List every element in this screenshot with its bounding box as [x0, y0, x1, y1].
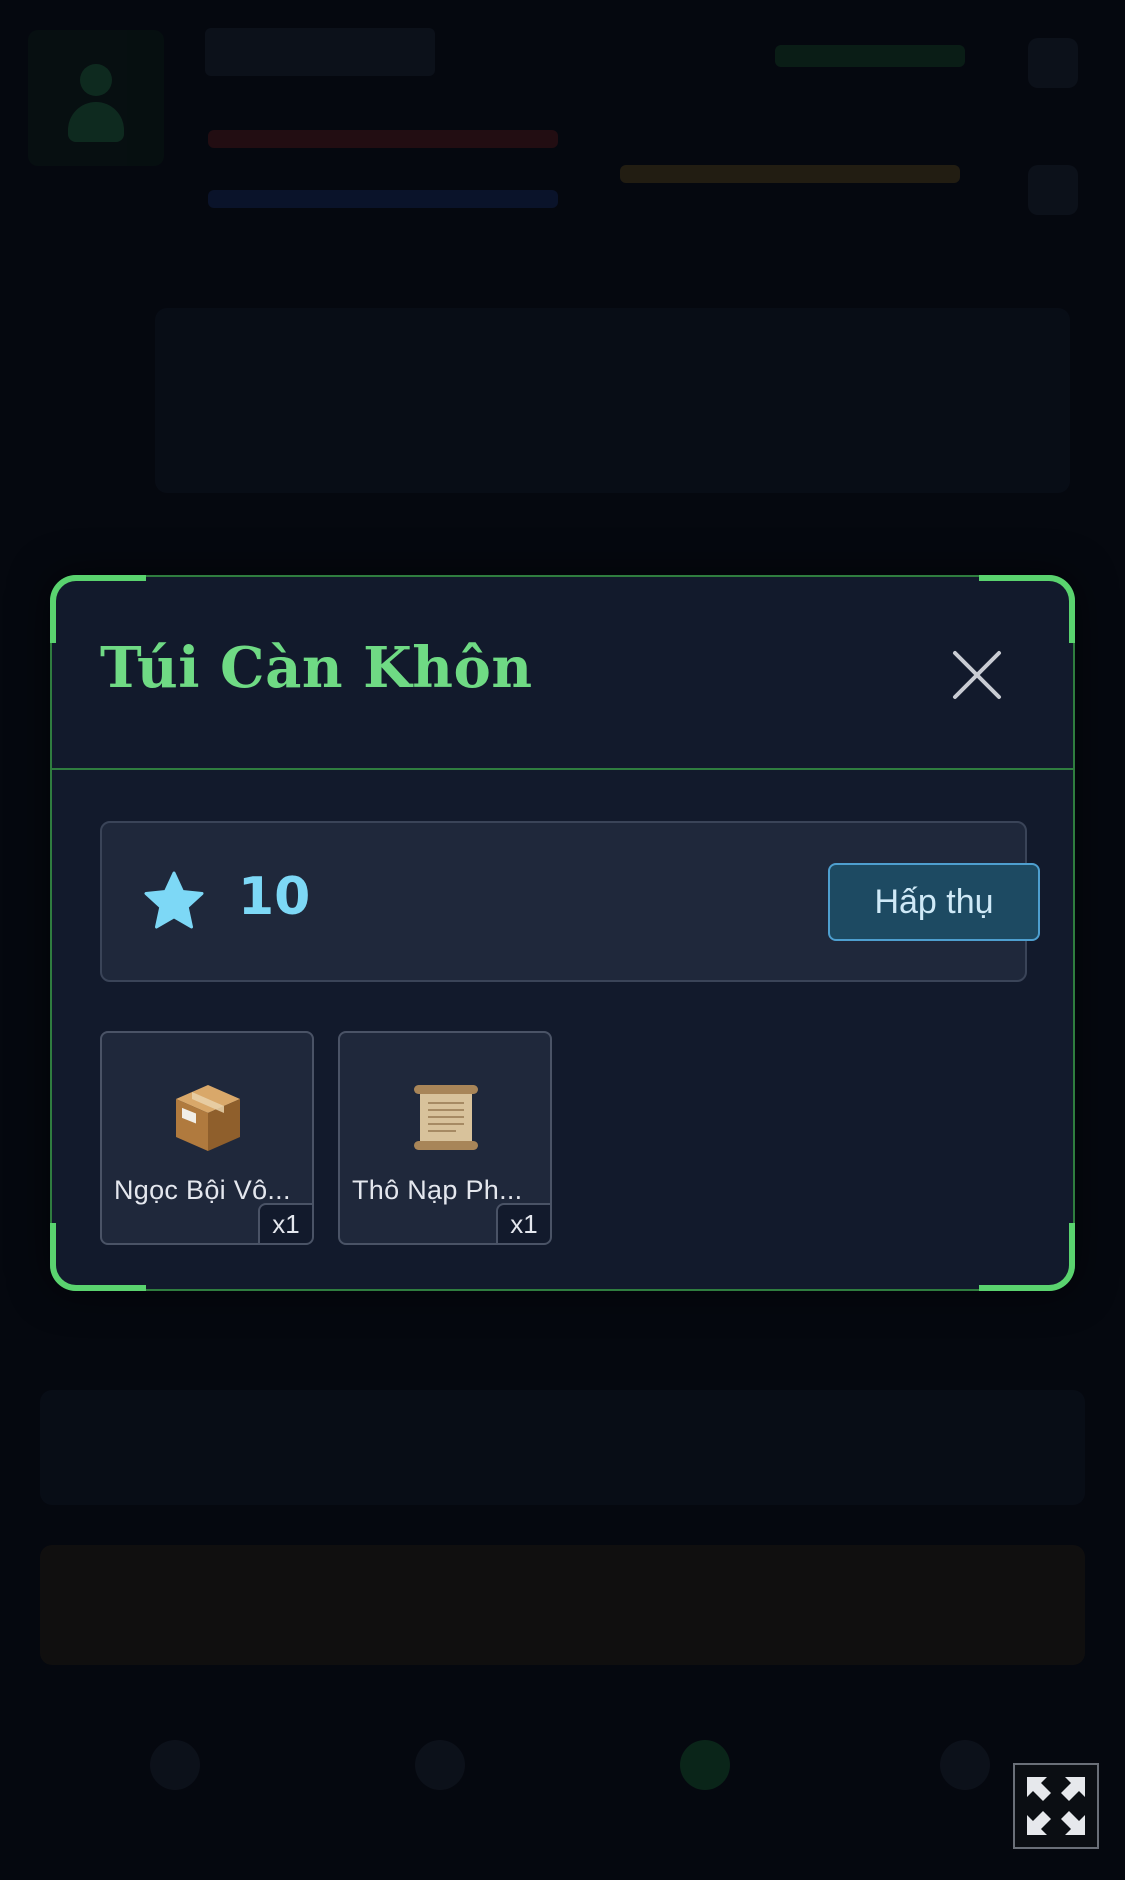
scroll-icon	[414, 1085, 478, 1150]
background-bottom-nav	[150, 1740, 990, 1820]
header-divider	[52, 768, 1073, 770]
inventory-modal: Túi Càn Khôn 10 Hấp thụ Ngọc Bội Vô... x…	[50, 575, 1075, 1291]
background-exp-bar	[620, 165, 960, 183]
modal-title: Túi Càn Khôn	[100, 635, 533, 701]
item-quantity-badge: x1	[496, 1203, 550, 1243]
inventory-item[interactable]: Ngọc Bội Vô... x1	[100, 1031, 314, 1245]
inventory-item[interactable]: Thô Nạp Ph... x1	[338, 1031, 552, 1245]
background-player-name	[205, 28, 435, 76]
avatar	[28, 30, 164, 166]
corner-ornament	[50, 575, 146, 643]
close-button[interactable]	[949, 647, 1005, 703]
star-icon	[144, 871, 204, 929]
background-mana-bar	[208, 190, 558, 208]
fullscreen-toggle-icon	[1027, 1777, 1085, 1835]
close-icon	[953, 651, 1001, 699]
item-grid: Ngọc Bội Vô... x1 Thô Nạp Ph... x1	[100, 1031, 1027, 1245]
background-status-text	[775, 45, 965, 67]
item-name: Thô Nạp Ph...	[352, 1175, 523, 1205]
essence-panel: 10 Hấp thụ	[100, 821, 1040, 982]
background-menu-icon	[1028, 38, 1078, 88]
background-settings-icon	[1028, 165, 1078, 215]
absorb-button[interactable]: Hấp thụ	[828, 863, 1040, 941]
background-notice-card	[40, 1545, 1085, 1665]
essence-value: 10	[238, 867, 311, 927]
corner-ornament	[979, 575, 1075, 643]
package-box-icon	[176, 1085, 240, 1151]
fullscreen-button[interactable]	[1013, 1763, 1099, 1849]
background-log-card	[40, 1390, 1085, 1505]
item-quantity-badge: x1	[258, 1203, 312, 1243]
background-health-bar	[208, 130, 558, 148]
background-message-card	[155, 308, 1070, 493]
item-name: Ngọc Bội Vô...	[114, 1175, 291, 1205]
